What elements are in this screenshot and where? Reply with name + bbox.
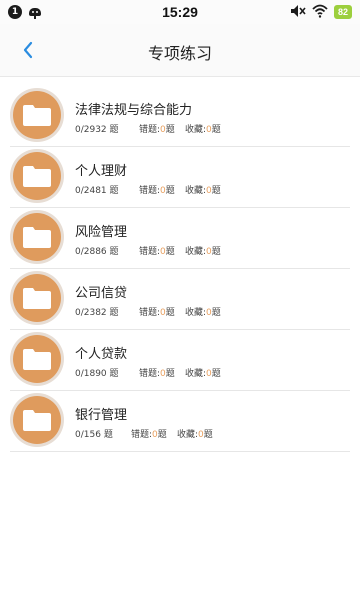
mute-icon <box>290 4 306 21</box>
folder-icon <box>23 227 51 248</box>
item-meta: 0/2481 题 错题:0题 收藏:0题 <box>75 186 221 196</box>
list-item[interactable]: 风险管理 0/2886 题 错题:0题 收藏:0题 <box>10 208 350 269</box>
list-item[interactable]: 银行管理 0/156 题 错题:0题 收藏:0题 <box>10 391 350 452</box>
status-time: 15:29 <box>162 4 198 20</box>
folder-icon <box>23 166 51 187</box>
item-meta: 0/2932 题 错题:0题 收藏:0题 <box>75 125 221 135</box>
item-progress: 0/2932 <box>75 125 107 135</box>
item-progress: 0/2886 <box>75 247 107 257</box>
folder-badge <box>10 271 64 325</box>
android-icon <box>28 5 42 19</box>
folder-badge <box>10 88 64 142</box>
folder-badge <box>10 332 64 386</box>
page-title: 专项练习 <box>147 44 212 63</box>
wifi-icon <box>312 4 328 21</box>
status-left: 1 <box>8 5 128 19</box>
item-title: 个人贷款 <box>75 347 128 362</box>
header: 专项练习 <box>0 24 360 77</box>
item-title: 个人理财 <box>75 164 128 179</box>
item-title: 风险管理 <box>75 225 128 240</box>
item-progress: 0/156 <box>75 430 101 440</box>
status-bar: 1 15:29 82 <box>0 0 360 24</box>
folder-icon <box>23 288 51 309</box>
list-item[interactable]: 个人理财 0/2481 题 错题:0题 收藏:0题 <box>10 147 350 208</box>
item-title: 法律法规与综合能力 <box>75 103 193 118</box>
battery-icon: 82 <box>333 5 352 19</box>
list-item[interactable]: 法律法规与综合能力 0/2932 题 错题:0题 收藏:0题 <box>10 86 350 147</box>
item-progress: 0/1890 <box>75 369 107 379</box>
folder-icon <box>23 349 51 370</box>
item-title: 公司信贷 <box>75 286 128 301</box>
item-progress: 0/2481 <box>75 186 107 196</box>
item-progress: 0/2382 <box>75 308 107 318</box>
folder-badge <box>10 210 64 264</box>
notification-count-icon: 1 <box>8 5 22 19</box>
list-item[interactable]: 个人贷款 0/1890 题 错题:0题 收藏:0题 <box>10 330 350 391</box>
item-meta: 0/156 题 错题:0题 收藏:0题 <box>75 430 213 440</box>
item-title: 银行管理 <box>75 408 128 423</box>
folder-icon <box>23 410 51 431</box>
folder-badge <box>10 393 64 447</box>
item-meta: 0/2886 题 错题:0题 收藏:0题 <box>75 247 221 257</box>
item-meta: 0/2382 题 错题:0题 收藏:0题 <box>75 308 221 318</box>
item-meta: 0/1890 题 错题:0题 收藏:0题 <box>75 369 221 379</box>
list-item[interactable]: 公司信贷 0/2382 题 错题:0题 收藏:0题 <box>10 269 350 330</box>
folder-icon <box>23 105 51 126</box>
status-right: 82 <box>232 4 352 21</box>
folder-badge <box>10 149 64 203</box>
category-list: 法律法规与综合能力 0/2932 题 错题:0题 收藏:0题 个人理财 0/24… <box>0 86 360 452</box>
